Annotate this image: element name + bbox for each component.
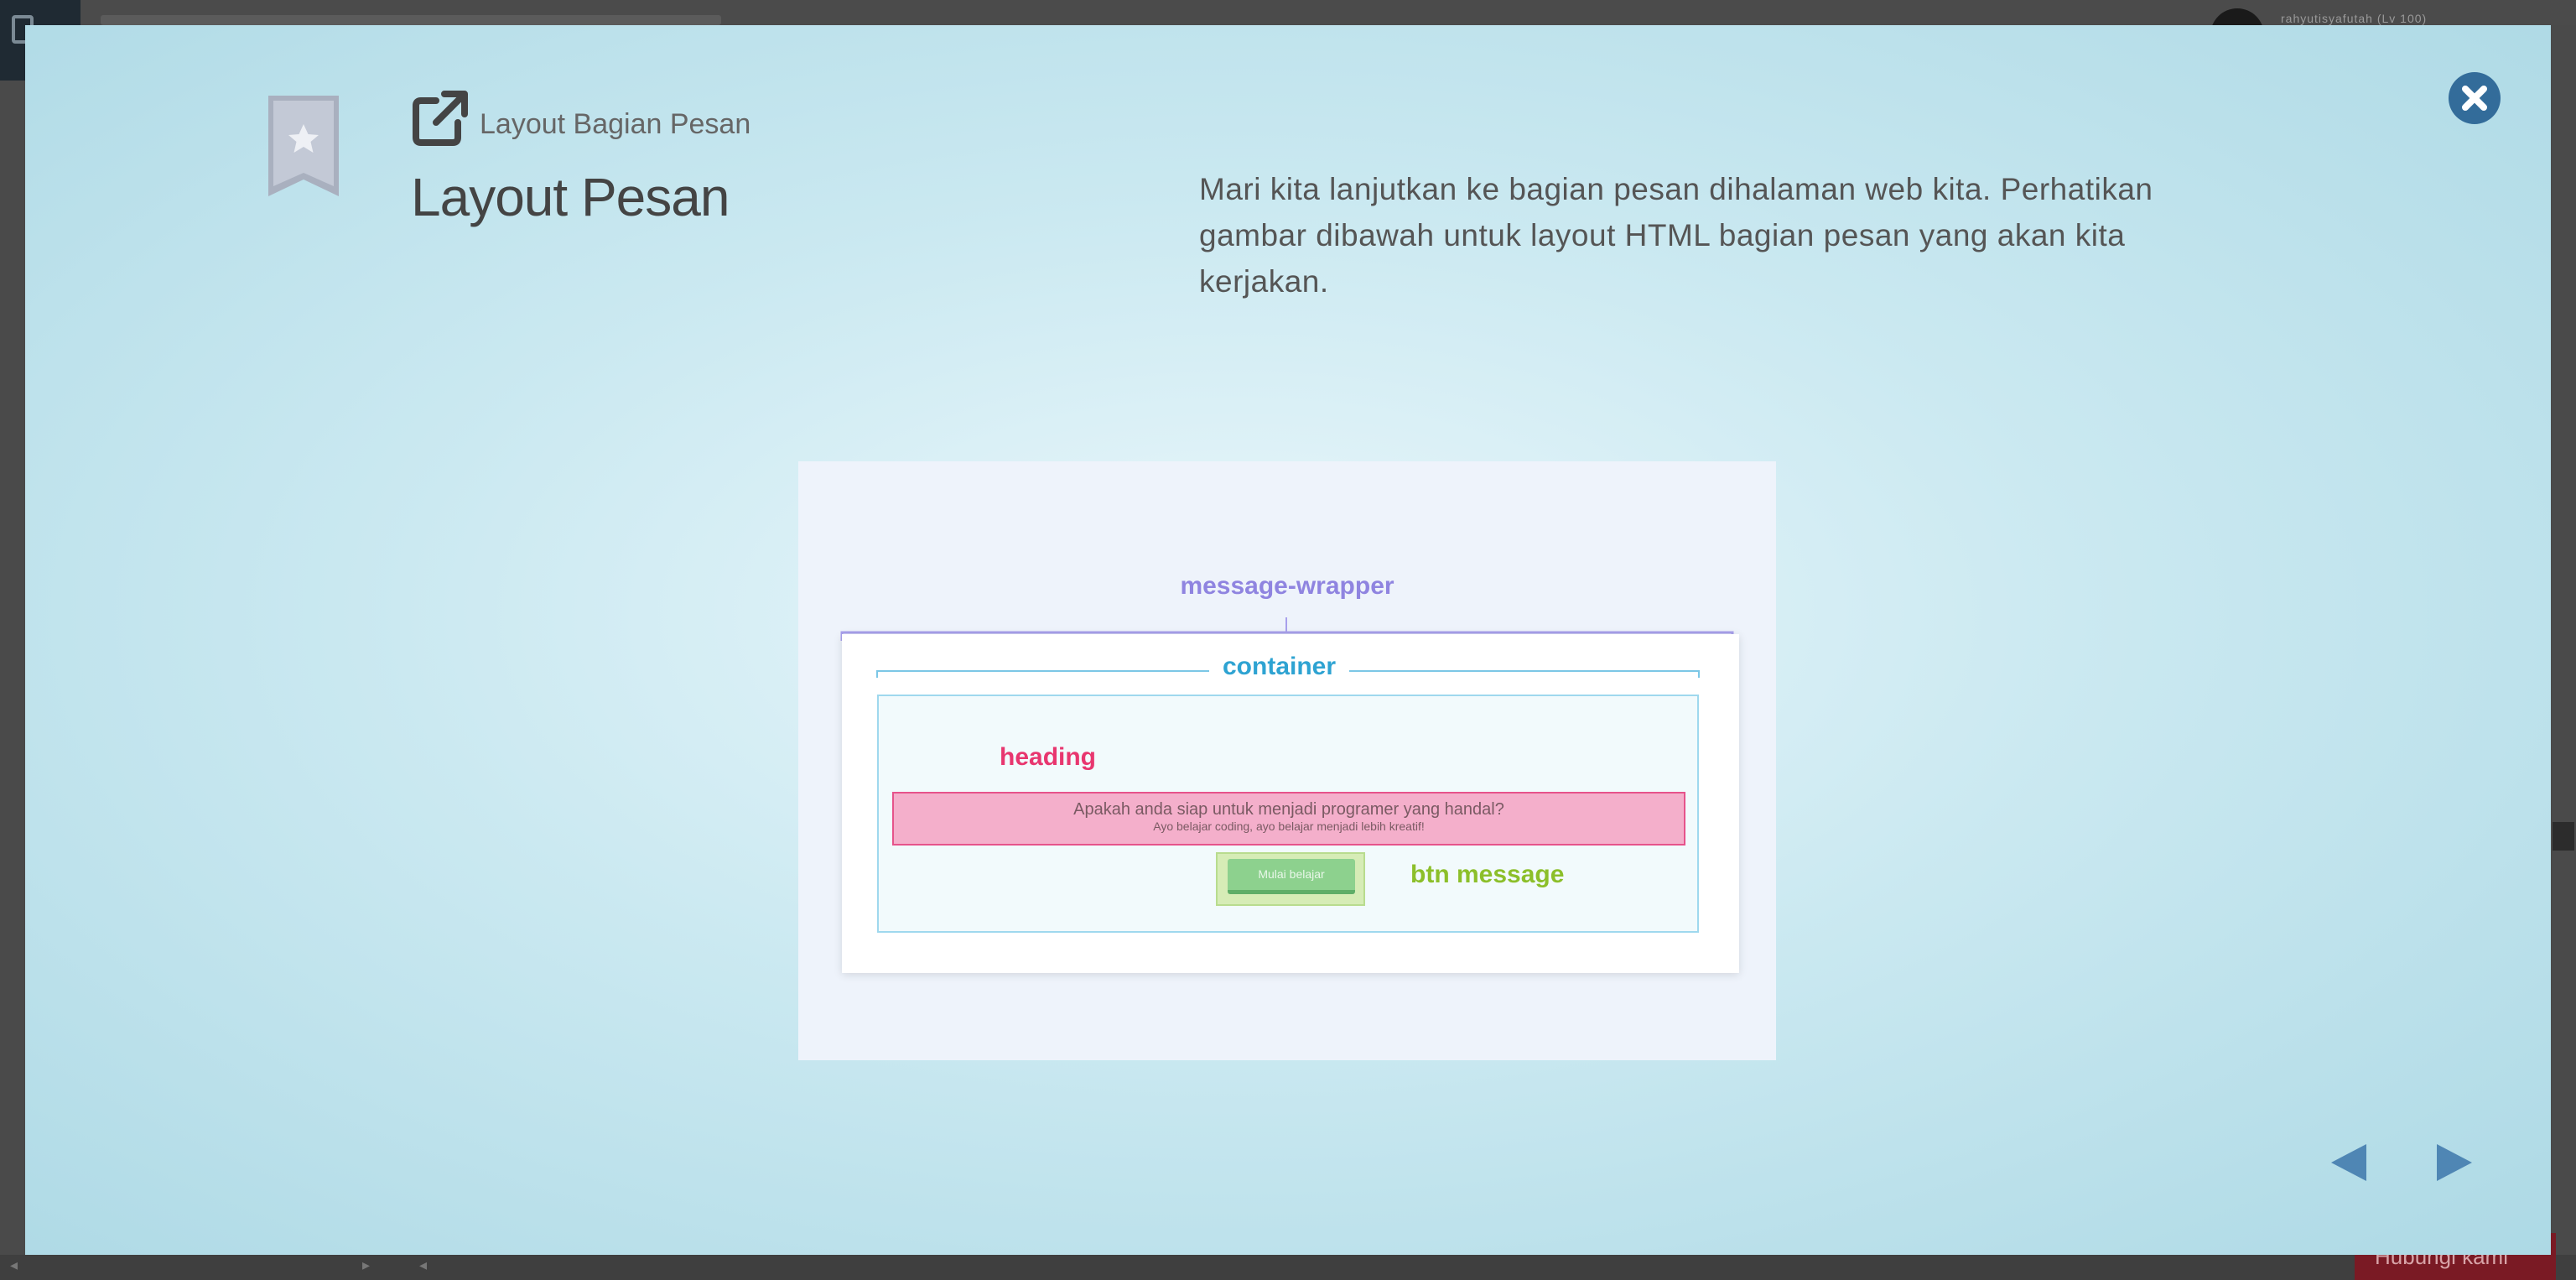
background-username: rahyutisyafutah (Lv 100) bbox=[2281, 12, 2428, 25]
diagram-heading-line1: Apakah anda siap untuk menjadi programer… bbox=[1073, 800, 1504, 819]
close-button[interactable] bbox=[2449, 72, 2501, 124]
previous-slide-button[interactable] bbox=[2326, 1139, 2373, 1186]
diagram-heading-label: heading bbox=[1000, 743, 1097, 771]
lesson-title: Layout Pesan bbox=[411, 167, 730, 227]
chevron-right-icon: ▸ bbox=[362, 1257, 371, 1273]
close-icon bbox=[2462, 86, 2487, 111]
diagram-heading-line2: Ayo belajar coding, ayo belajar menjadi … bbox=[1153, 820, 1425, 833]
background-search-bar bbox=[101, 15, 721, 25]
background-scrollbar bbox=[2553, 822, 2574, 851]
diagram-button: Mulai belajar bbox=[1228, 859, 1355, 894]
lesson-description: Mari kita lanjutkan ke bagian pesan diha… bbox=[1199, 172, 2153, 299]
diagram-heading-box: Apakah anda siap untuk menjadi programer… bbox=[892, 792, 1685, 846]
chevron-left-icon: ◂ bbox=[419, 1257, 428, 1273]
background-bottom-bar bbox=[0, 1255, 2576, 1280]
subtitle-row: Layout Bagian Pesan bbox=[411, 89, 750, 148]
diagram-button-label: btn message bbox=[1410, 861, 1565, 888]
lesson-modal: Layout Bagian Pesan Layout Pesan Mari ki… bbox=[25, 25, 2551, 1255]
chevron-left-icon: ◂ bbox=[10, 1257, 18, 1273]
diagram-container-label: container bbox=[1209, 653, 1350, 681]
external-link-icon bbox=[413, 91, 468, 146]
lesson-subtitle: Layout Bagian Pesan bbox=[480, 108, 751, 140]
next-slide-button[interactable] bbox=[2430, 1139, 2477, 1186]
bookmark-icon[interactable] bbox=[268, 96, 339, 196]
